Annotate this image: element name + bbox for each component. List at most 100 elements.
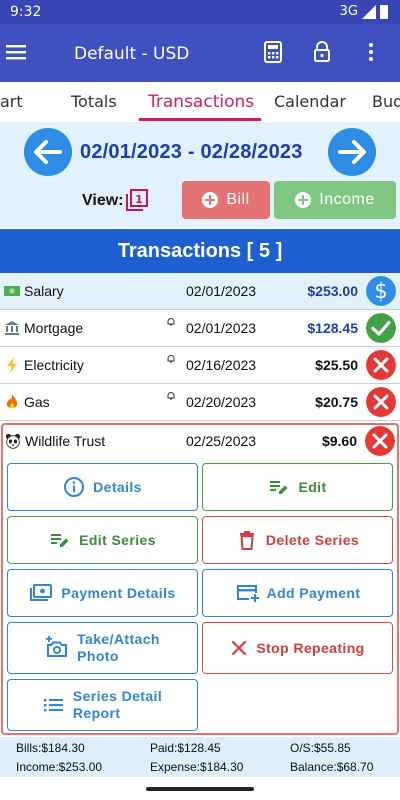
plus-icon bbox=[295, 192, 312, 208]
trash-icon bbox=[239, 531, 254, 550]
transaction-name: Electricity bbox=[24, 357, 84, 373]
paid-total: Paid:$128.45 bbox=[150, 741, 221, 755]
view-mode-value: 1 bbox=[135, 193, 143, 206]
edit-series-button[interactable]: Edit Series bbox=[7, 516, 198, 564]
add-card-icon bbox=[236, 585, 259, 602]
add-income-label: Income bbox=[319, 191, 375, 208]
transaction-name: Gas bbox=[24, 394, 50, 410]
list-icon bbox=[43, 699, 63, 712]
edit-label: Edit bbox=[298, 478, 327, 495]
fire-icon bbox=[6, 394, 18, 409]
add-bill-label: Bill bbox=[226, 191, 250, 208]
battery-icon bbox=[380, 4, 388, 19]
transaction-name: Salary bbox=[24, 283, 64, 299]
date-range-label: 02/01/2023 - 02/28/2023 bbox=[80, 141, 303, 163]
status-time: 9:32 bbox=[10, 4, 42, 20]
tab-budget[interactable]: Bud bbox=[372, 92, 400, 111]
view-label: View: bbox=[82, 192, 124, 209]
stop-repeating-button[interactable]: Stop Repeating bbox=[202, 622, 393, 674]
transaction-date: 02/01/2023 bbox=[186, 283, 257, 299]
stop-repeating-label: Stop Repeating bbox=[256, 639, 365, 656]
transaction-name: Mortgage bbox=[24, 320, 84, 336]
menu-icon[interactable] bbox=[6, 41, 28, 63]
add-payment-label: Add Payment bbox=[266, 584, 361, 601]
delete-series-button[interactable]: Delete Series bbox=[202, 516, 393, 564]
transaction-row-electricity[interactable]: Electricity 02/16/2023 $25.50 bbox=[0, 347, 400, 384]
transaction-amount: $20.75 bbox=[315, 394, 358, 410]
series-report-line2: Report bbox=[72, 705, 121, 721]
delete-series-label: Delete Series bbox=[265, 531, 360, 548]
transaction-date: 02/25/2023 bbox=[186, 433, 257, 449]
add-payment-button[interactable]: Add Payment bbox=[202, 569, 393, 617]
take-attach-photo-label: Take/Attach Photo bbox=[77, 631, 160, 665]
transaction-row-mortgage[interactable]: Mortgage 02/01/2023 $128.45 bbox=[0, 310, 400, 347]
edit-list-icon bbox=[51, 534, 69, 547]
tab-totals[interactable]: Totals bbox=[71, 92, 117, 111]
x-status-icon[interactable] bbox=[366, 387, 396, 417]
bell-icon bbox=[167, 318, 175, 326]
view-mode-icon[interactable]: 1 bbox=[125, 188, 149, 212]
signal-icon bbox=[362, 4, 376, 19]
next-period-button[interactable] bbox=[328, 128, 376, 176]
calculator-icon[interactable] bbox=[261, 40, 285, 64]
system-nav-bar bbox=[0, 778, 400, 800]
app-title[interactable]: Default - USD bbox=[74, 44, 189, 64]
edit-list-icon bbox=[270, 481, 288, 494]
transaction-amount: $253.00 bbox=[307, 283, 358, 299]
bills-total: Bills:$184.30 bbox=[16, 741, 85, 755]
add-income-button[interactable]: Income bbox=[274, 181, 396, 219]
payment-details-label: Payment Details bbox=[61, 584, 176, 601]
plus-icon bbox=[202, 192, 219, 208]
transaction-row-salary[interactable]: Salary 02/01/2023 $253.00 $ bbox=[0, 273, 400, 310]
transaction-date: 02/16/2023 bbox=[186, 357, 257, 373]
lightning-icon bbox=[7, 357, 17, 373]
take-photo-line1: Take/Attach bbox=[77, 631, 160, 647]
transaction-amount: $25.50 bbox=[315, 357, 358, 373]
bank-icon bbox=[5, 321, 19, 335]
outstanding-total: O/S:$55.85 bbox=[290, 741, 351, 755]
dollar-status-icon[interactable]: $ bbox=[366, 276, 396, 306]
home-gesture-handle[interactable] bbox=[146, 787, 254, 791]
info-icon bbox=[64, 477, 85, 497]
transaction-name: Wildlife Trust bbox=[25, 433, 106, 449]
active-tab-indicator bbox=[139, 118, 261, 121]
series-detail-report-label: Series Detail Report bbox=[73, 688, 162, 722]
take-attach-photo-button[interactable]: Take/Attach Photo bbox=[7, 622, 198, 674]
app-bar: Default - USD bbox=[0, 24, 400, 82]
transaction-date: 02/20/2023 bbox=[186, 394, 257, 410]
tab-chart[interactable]: art bbox=[0, 92, 23, 111]
check-status-icon[interactable] bbox=[366, 313, 396, 343]
close-icon bbox=[232, 640, 247, 656]
add-bill-button[interactable]: Bill bbox=[182, 181, 270, 219]
panda-icon bbox=[5, 433, 21, 449]
series-detail-report-button[interactable]: Series Detail Report bbox=[7, 679, 198, 731]
previous-period-button[interactable] bbox=[24, 128, 72, 176]
svg-text:$: $ bbox=[374, 279, 387, 303]
transaction-row-gas[interactable]: Gas 02/20/2023 $20.75 bbox=[0, 384, 400, 421]
details-label: Details bbox=[93, 478, 142, 495]
payment-icon bbox=[30, 584, 53, 601]
lock-icon[interactable] bbox=[310, 40, 334, 64]
status-indicators: 3G bbox=[340, 4, 388, 19]
money-icon bbox=[4, 286, 20, 296]
details-button[interactable]: Details bbox=[7, 463, 198, 511]
x-status-icon[interactable] bbox=[365, 426, 395, 456]
transaction-row-wildlife-trust[interactable]: Wildlife Trust 02/25/2023 $9.60 bbox=[3, 425, 397, 462]
expense-total: Expense:$184.30 bbox=[150, 760, 244, 774]
more-options-icon[interactable] bbox=[359, 40, 383, 64]
status-bar: 9:32 3G bbox=[0, 0, 400, 24]
x-status-icon[interactable] bbox=[366, 350, 396, 380]
take-photo-line2: Photo bbox=[77, 648, 119, 664]
tab-calendar[interactable]: Calendar bbox=[274, 92, 346, 111]
tab-transactions[interactable]: Transactions bbox=[148, 92, 254, 112]
bell-icon bbox=[167, 392, 175, 400]
payment-details-button[interactable]: Payment Details bbox=[7, 569, 198, 617]
series-report-line1: Series Detail bbox=[72, 688, 163, 704]
transactions-header: Transactions [ 5 ] bbox=[0, 229, 400, 273]
camera-icon bbox=[46, 636, 68, 657]
bell-icon bbox=[167, 355, 175, 363]
totals-footer: Bills:$184.30 Paid:$128.45 O/S:$55.85 In… bbox=[0, 737, 400, 777]
edit-series-label: Edit Series bbox=[79, 531, 156, 548]
edit-button[interactable]: Edit bbox=[202, 463, 393, 511]
date-range-panel: 02/01/2023 - 02/28/2023 View: 1 Bill Inc… bbox=[0, 122, 400, 228]
